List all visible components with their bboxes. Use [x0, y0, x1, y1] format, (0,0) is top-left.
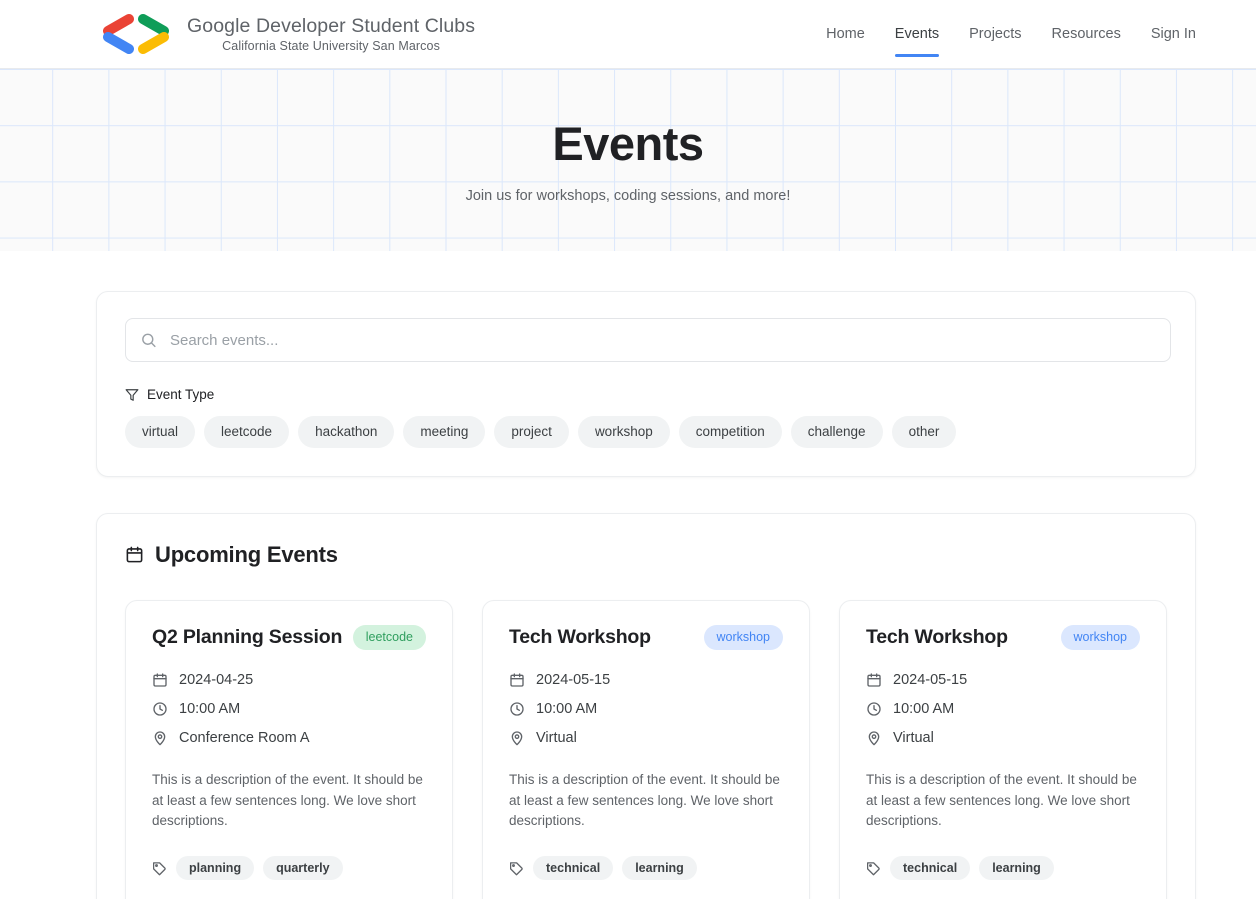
event-time-row: 10:00 AM	[509, 701, 783, 717]
hero-banner: Events Join us for workshops, coding ses…	[0, 69, 1256, 251]
event-time-row: 10:00 AM	[866, 701, 1140, 717]
chip-other[interactable]: other	[891, 416, 957, 448]
event-location: Virtual	[536, 730, 577, 747]
clock-icon	[867, 702, 881, 716]
event-date-row: 2024-05-15	[866, 672, 1140, 688]
chip-hackathon[interactable]: hackathon	[298, 416, 395, 448]
page-title: Events	[552, 117, 704, 171]
event-meta-list: 2024-05-15 10:00 AM Virtual	[509, 672, 783, 746]
event-card-grid: Q2 Planning Session leetcode 2024-04-25	[125, 599, 1167, 899]
event-type-badge: leetcode	[352, 624, 426, 651]
chip-challenge[interactable]: challenge	[790, 416, 883, 448]
upcoming-events-panel: Upcoming Events Q2 Planning Session leet…	[96, 512, 1196, 899]
event-card-header: Q2 Planning Session leetcode	[152, 624, 426, 651]
nav-item-resources[interactable]: Resources	[1052, 0, 1121, 69]
event-tag[interactable]: planning	[176, 855, 255, 881]
clock-icon	[153, 702, 167, 716]
search-input[interactable]	[125, 318, 1171, 362]
event-date: 2024-04-25	[179, 672, 254, 689]
event-time: 10:00 AM	[179, 701, 241, 718]
calendar-icon	[126, 546, 143, 563]
event-card[interactable]: Tech Workshop workshop 2024-05-15 10:00 …	[839, 599, 1167, 899]
chip-competition[interactable]: competition	[678, 416, 782, 448]
event-tag[interactable]: technical	[890, 855, 971, 881]
event-type-badge: workshop	[703, 624, 783, 651]
nav-item-home[interactable]: Home	[826, 0, 865, 69]
map-pin-icon	[868, 731, 880, 746]
nav-item-events[interactable]: Events	[894, 0, 940, 69]
event-meta-list: 2024-04-25 10:00 AM Conference Room A	[152, 672, 426, 746]
chip-project[interactable]: project	[494, 416, 569, 448]
gdsc-chevron-logo	[103, 14, 169, 54]
map-pin-icon	[511, 731, 523, 746]
brand-title: Google Developer Student Clubs	[187, 14, 476, 37]
filter-header: Event Type	[125, 387, 1167, 402]
event-card-header: Tech Workshop workshop	[509, 624, 783, 651]
nav-item-projects[interactable]: Projects	[969, 0, 1021, 69]
tag-icon	[867, 861, 880, 875]
calendar-icon	[510, 673, 524, 687]
filter-funnel-icon	[125, 388, 139, 401]
event-location: Conference Room A	[179, 730, 310, 747]
event-tag[interactable]: learning	[622, 855, 697, 881]
event-tag-row: technical learning	[509, 855, 783, 881]
event-meta-list: 2024-05-15 10:00 AM Virtual	[866, 672, 1140, 746]
filters-panel: Event Type virtual leetcode hackathon me…	[96, 291, 1196, 477]
event-type-badge: workshop	[1060, 624, 1140, 651]
filter-label: Event Type	[147, 387, 215, 402]
event-title: Tech Workshop	[509, 625, 651, 648]
event-card[interactable]: Q2 Planning Session leetcode 2024-04-25	[125, 599, 453, 899]
tag-icon	[153, 861, 166, 875]
event-date: 2024-05-15	[893, 672, 968, 689]
event-location-row: Virtual	[866, 730, 1140, 746]
event-time-row: 10:00 AM	[152, 701, 426, 717]
event-title: Q2 Planning Session	[152, 625, 343, 648]
calendar-icon	[867, 673, 881, 687]
brand-subtitle: California State University San Marcos	[222, 39, 440, 54]
event-tag-row: technical learning	[866, 855, 1140, 881]
event-tag[interactable]: technical	[533, 855, 614, 881]
brand-logo-link[interactable]: Google Developer Student Clubs Californi…	[99, 13, 475, 55]
event-location-row: Conference Room A	[152, 730, 426, 746]
section-header: Upcoming Events	[125, 542, 1167, 568]
event-date: 2024-05-15	[536, 672, 611, 689]
search-bar	[125, 318, 1171, 362]
site-header: Google Developer Student Clubs Californi…	[0, 0, 1256, 69]
event-date-row: 2024-05-15	[509, 672, 783, 688]
tag-icon	[510, 861, 523, 875]
event-tag[interactable]: quarterly	[263, 855, 343, 881]
event-description: This is a description of the event. It s…	[152, 772, 423, 829]
event-tag[interactable]: learning	[979, 855, 1054, 881]
event-location-row: Virtual	[509, 730, 783, 746]
section-title: Upcoming Events	[155, 541, 338, 567]
event-title: Tech Workshop	[866, 625, 1008, 648]
page-subtitle: Join us for workshops, coding sessions, …	[465, 187, 791, 204]
chip-leetcode[interactable]: leetcode	[204, 416, 290, 448]
event-date-row: 2024-04-25	[152, 672, 426, 688]
nav-item-sign-in[interactable]: Sign In	[1151, 0, 1196, 69]
event-location: Virtual	[893, 730, 934, 747]
clock-icon	[510, 702, 524, 716]
chip-virtual[interactable]: virtual	[125, 416, 196, 448]
chip-workshop[interactable]: workshop	[577, 416, 670, 448]
main-navigation: Home Events Projects Resources Sign In	[826, 0, 1196, 68]
page-content: Event Type virtual leetcode hackathon me…	[0, 251, 1256, 899]
chip-meeting[interactable]: meeting	[403, 416, 486, 448]
event-description: This is a description of the event. It s…	[866, 772, 1137, 829]
event-card-header: Tech Workshop workshop	[866, 624, 1140, 651]
map-pin-icon	[154, 731, 166, 746]
event-card[interactable]: Tech Workshop workshop 2024-05-15 10:00 …	[482, 599, 810, 899]
event-tag-row: planning quarterly	[152, 855, 426, 881]
event-type-chip-list: virtual leetcode hackathon meeting proje…	[125, 416, 1167, 448]
event-time: 10:00 AM	[536, 701, 598, 718]
event-time: 10:00 AM	[893, 701, 955, 718]
calendar-icon	[153, 673, 167, 687]
event-description: This is a description of the event. It s…	[509, 772, 780, 829]
